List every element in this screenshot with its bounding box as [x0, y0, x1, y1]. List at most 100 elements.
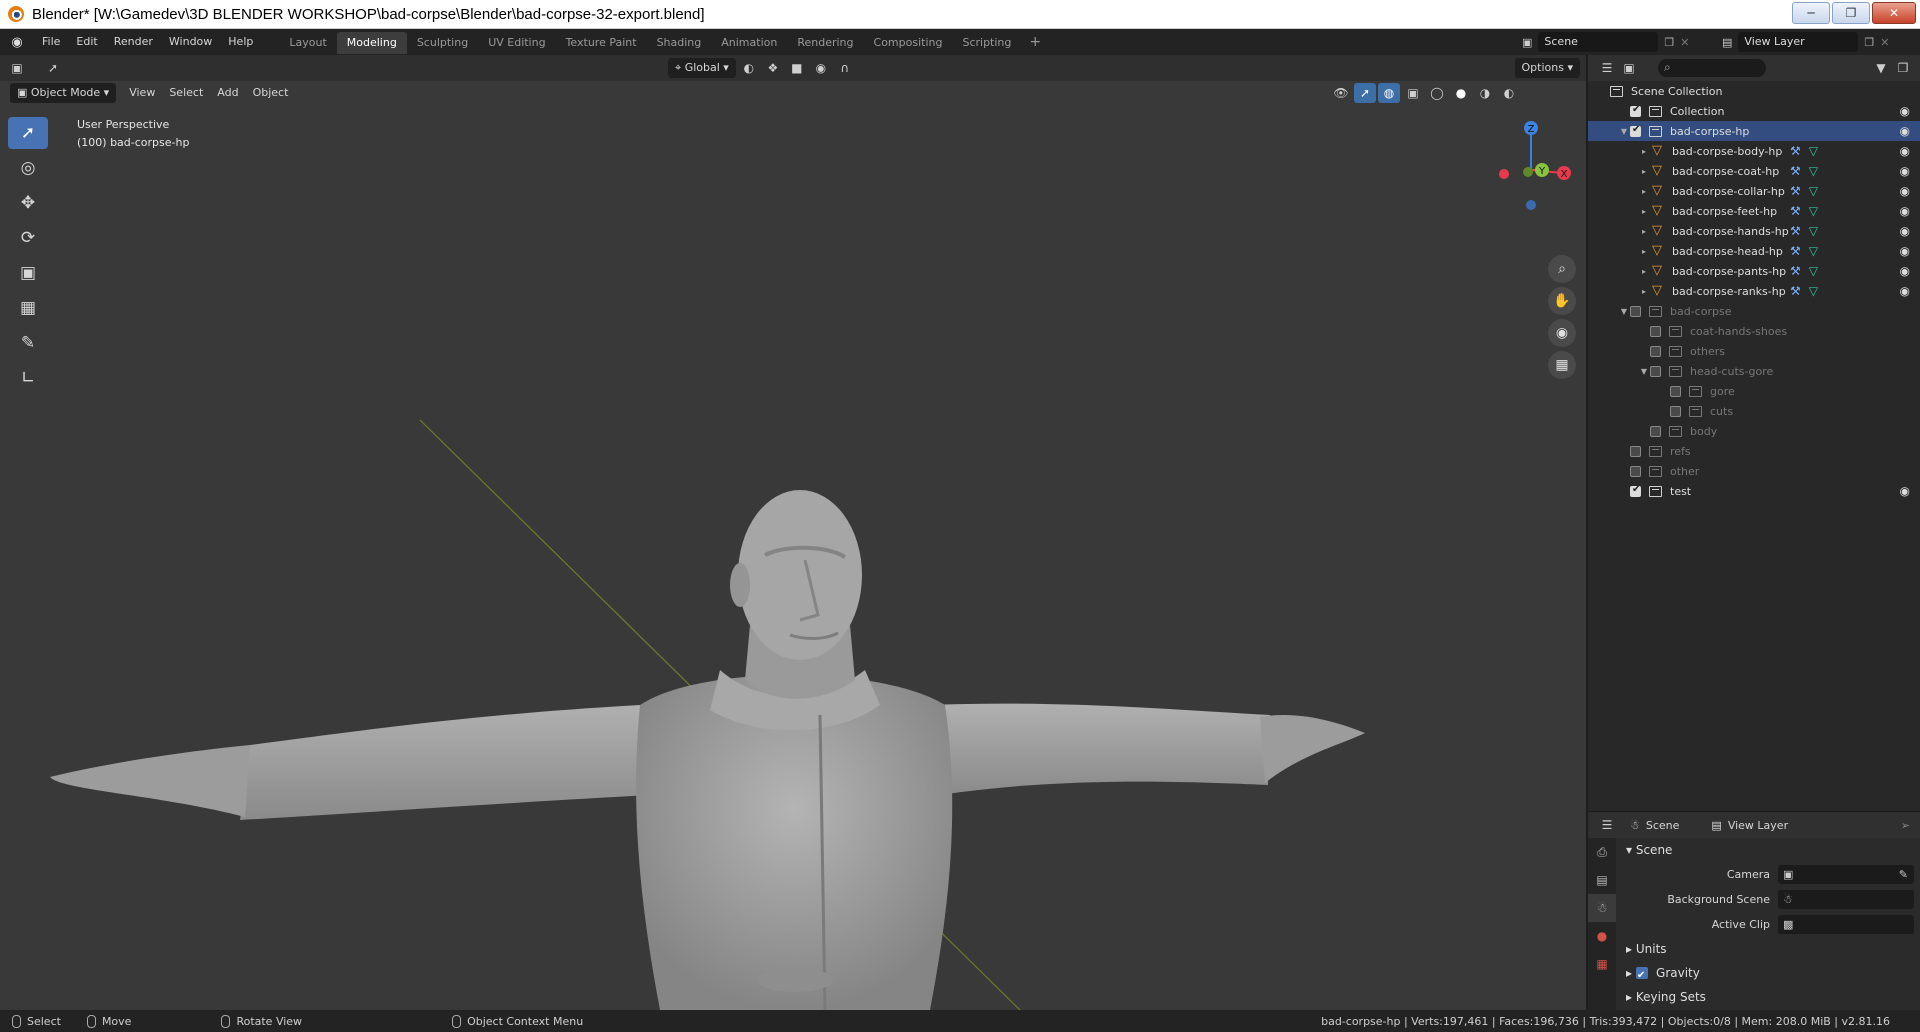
outliner-item-scene-collection[interactable]: Scene Collection — [1588, 81, 1920, 101]
visibility-eye-icon[interactable]: ◉ — [1900, 224, 1910, 238]
workspace-tab-compositing[interactable]: Compositing — [864, 32, 953, 54]
outliner-editor-type-icon[interactable]: ☰ — [1596, 58, 1618, 78]
world-tab-icon[interactable]: ● — [1588, 922, 1616, 950]
camera-field[interactable]: ▣ ✎ — [1778, 865, 1914, 884]
menu-file[interactable]: File — [34, 29, 68, 55]
mesh-data-icon[interactable]: ▽ — [1809, 224, 1818, 238]
exclude-checkbox[interactable] — [1630, 104, 1641, 117]
menu-edit[interactable]: Edit — [68, 29, 105, 55]
visibility-eye-icon[interactable]: ◉ — [1900, 124, 1910, 138]
exclude-checkbox[interactable] — [1630, 124, 1641, 137]
modifier-wrench-icon[interactable]: ⚒ — [1790, 264, 1801, 278]
wireframe-shading-icon[interactable]: ◯ — [1426, 83, 1448, 103]
gizmo-y-neg[interactable] — [1523, 167, 1533, 177]
units-panel-header[interactable]: ▸ Units — [1616, 937, 1920, 961]
blender-menu-icon[interactable]: ◉ — [0, 35, 34, 50]
3d-viewport[interactable]: ▣ ➚ ⌖ Global ▾ ◐ ❖ ■ ◉ ∩ Options ▾ ▣ Obj… — [0, 55, 1586, 1010]
minimize-button[interactable]: ─ — [1792, 2, 1830, 24]
visibility-eye-icon[interactable]: ◉ — [1900, 104, 1910, 118]
new-view-layer-icon[interactable]: ❐ — [1864, 36, 1874, 49]
solid-shading-icon[interactable]: ● — [1450, 83, 1472, 103]
workspace-tab-modeling[interactable]: Modeling — [336, 32, 407, 54]
remove-scene-icon[interactable]: ✕ — [1680, 36, 1689, 49]
outliner-item-other[interactable]: other — [1588, 461, 1920, 481]
scene-panel-header[interactable]: ▾ Scene — [1616, 838, 1920, 862]
keying-sets-panel-header[interactable]: ▸ Keying Sets — [1616, 985, 1920, 1009]
mesh-data-icon[interactable]: ▽ — [1809, 244, 1818, 258]
exclude-checkbox[interactable] — [1630, 465, 1641, 477]
disclosure-triangle-icon[interactable]: ▼ — [1638, 367, 1650, 376]
disclosure-triangle-icon[interactable]: ▸ — [1638, 227, 1650, 236]
pin-icon[interactable]: ➢ — [1901, 819, 1910, 832]
exclude-checkbox[interactable] — [1650, 345, 1661, 357]
menu-help[interactable]: Help — [220, 29, 261, 55]
outliner-item-bad-corpse-ranks-hp[interactable]: ▸ ▽ bad-corpse-ranks-hp ⚒ ▽ ◉ — [1588, 281, 1920, 301]
visibility-eye-icon[interactable]: ◉ — [1900, 184, 1910, 198]
snap-target-icon[interactable]: ■ — [786, 58, 808, 78]
outliner-item-test[interactable]: test ◉ — [1588, 481, 1920, 501]
filter-icon[interactable]: ▼ — [1870, 58, 1892, 78]
gizmo-toggle-icon[interactable]: ➚ — [1354, 83, 1376, 103]
rotate-tool[interactable]: ⟳ — [8, 222, 48, 254]
gizmo-x-neg[interactable] — [1499, 169, 1509, 179]
outliner-item-bad-corpse-hp[interactable]: ▼ bad-corpse-hp ◉ — [1588, 121, 1920, 141]
background-scene-field[interactable]: ☃ — [1778, 890, 1914, 909]
outliner-item-gore[interactable]: gore — [1588, 381, 1920, 401]
tool-settings-icon[interactable]: ➚ — [42, 58, 64, 78]
editor-type-icon[interactable]: ▣ — [6, 58, 28, 78]
mesh-data-icon[interactable]: ▽ — [1809, 164, 1818, 178]
disclosure-triangle-icon[interactable]: ▸ — [1638, 247, 1650, 256]
pivot-point-icon[interactable]: ◐ — [738, 58, 760, 78]
maximize-button[interactable]: ❐ — [1832, 2, 1870, 24]
modifier-wrench-icon[interactable]: ⚒ — [1790, 144, 1801, 158]
view-layer-field[interactable]: View Layer — [1738, 32, 1859, 52]
outliner-search-input[interactable] — [1658, 59, 1766, 77]
disclosure-triangle-icon[interactable]: ▸ — [1638, 167, 1650, 176]
texture-tab-icon[interactable]: ▦ — [1588, 950, 1616, 978]
outliner-item-cuts[interactable]: cuts — [1588, 401, 1920, 421]
modifier-wrench-icon[interactable]: ⚒ — [1790, 244, 1801, 258]
eyedropper-icon[interactable]: ✎ — [1899, 865, 1908, 884]
gravity-checkbox[interactable] — [1636, 964, 1649, 988]
proportional-edit-icon[interactable]: ◉ — [810, 58, 832, 78]
modifier-wrench-icon[interactable]: ⚒ — [1790, 184, 1801, 198]
properties-editor-type-icon[interactable]: ☰ — [1596, 815, 1618, 835]
cursor-tool[interactable]: ◎ — [8, 152, 48, 184]
visibility-eye-icon[interactable]: ◉ — [1900, 244, 1910, 258]
exclude-checkbox[interactable] — [1670, 405, 1681, 417]
visibility-eye-icon[interactable]: ◉ — [1900, 144, 1910, 158]
workspace-tab-scripting[interactable]: Scripting — [952, 32, 1021, 54]
close-button[interactable]: ✕ — [1872, 2, 1916, 24]
ortho-grid-icon[interactable]: ▦ — [1548, 351, 1576, 379]
properties-scene-label[interactable]: Scene — [1646, 819, 1680, 832]
disclosure-triangle-icon[interactable]: ▸ — [1638, 207, 1650, 216]
disclosure-triangle-icon[interactable]: ▼ — [1618, 307, 1630, 316]
view-layer-selector[interactable]: ▤ View Layer ❐ ✕ — [1722, 32, 1918, 52]
gizmo-z-neg[interactable] — [1526, 200, 1536, 210]
modifier-wrench-icon[interactable]: ⚒ — [1790, 204, 1801, 218]
outliner-item-bad-corpse-collar-hp[interactable]: ▸ ▽ bad-corpse-collar-hp ⚒ ▽ ◉ — [1588, 181, 1920, 201]
workspace-tab-rendering[interactable]: Rendering — [787, 32, 863, 54]
transform-tool[interactable]: ▦ — [8, 292, 48, 324]
mesh-data-icon[interactable]: ▽ — [1809, 144, 1818, 158]
material-shading-icon[interactable]: ◑ — [1474, 83, 1496, 103]
disclosure-triangle-icon[interactable]: ▼ — [1618, 127, 1630, 136]
workspace-tab-animation[interactable]: Animation — [711, 32, 787, 54]
menu-render[interactable]: Render — [106, 29, 161, 55]
disclosure-triangle-icon[interactable]: ▸ — [1638, 267, 1650, 276]
exclude-checkbox[interactable] — [1650, 365, 1661, 377]
measure-tool[interactable]: ∟ — [8, 362, 48, 394]
pan-hand-icon[interactable]: ✋ — [1548, 287, 1576, 315]
mesh-data-icon[interactable]: ▽ — [1809, 284, 1818, 298]
modifier-wrench-icon[interactable]: ⚒ — [1790, 224, 1801, 238]
menu-select[interactable]: Select — [162, 83, 210, 103]
exclude-checkbox[interactable] — [1650, 425, 1661, 437]
select-box-tool[interactable]: ➚ — [8, 117, 48, 149]
outliner-item-refs[interactable]: refs — [1588, 441, 1920, 461]
outliner-item-bad-corpse-pants-hp[interactable]: ▸ ▽ bad-corpse-pants-hp ⚒ ▽ ◉ — [1588, 261, 1920, 281]
scene-tab-icon-active[interactable]: ☃ — [1588, 894, 1616, 922]
move-tool[interactable]: ✥ — [8, 187, 48, 219]
transform-orientation-dropdown[interactable]: ⌖ Global ▾ — [668, 58, 736, 78]
modifier-wrench-icon[interactable]: ⚒ — [1790, 164, 1801, 178]
snap-icon[interactable]: ❖ — [762, 58, 784, 78]
